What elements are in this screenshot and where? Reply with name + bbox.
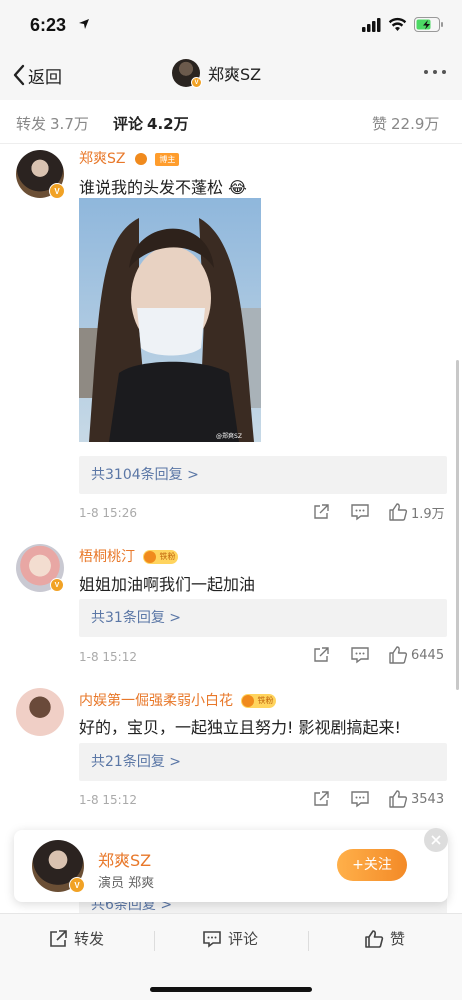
thumbs-up-icon: [389, 503, 408, 521]
fan-badge: 铁粉: [241, 694, 277, 708]
comment-actions: 6445: [312, 645, 444, 665]
comment-actions: 1.9万: [312, 502, 445, 522]
follow-card: V 郑爽SZ 演员 郑爽 +关注: [14, 830, 448, 902]
tab-repost[interactable]: 转发 3.7万: [16, 113, 89, 134]
more-options-icon[interactable]: [424, 70, 446, 74]
stats-tabs: 转发 3.7万 评论 4.2万 赞 22.9万: [0, 100, 462, 144]
comment-button[interactable]: 评论: [202, 928, 258, 949]
like-post-button[interactable]: 赞: [364, 928, 405, 949]
verified-badge-icon: V: [69, 877, 85, 893]
comment-author-row: 梧桐桃汀 铁粉: [79, 546, 179, 566]
comment-text: 好的，宝贝，一起独立且努力! 影视剧搞起来!: [79, 718, 401, 737]
share-icon: [314, 791, 329, 806]
comment-text: 姐姐加油啊我们一起加油: [79, 575, 256, 594]
view-replies-link[interactable]: 共21条回复 >: [79, 743, 447, 781]
status-time: 6:23: [30, 15, 67, 35]
avatar[interactable]: V: [16, 544, 64, 592]
like-button[interactable]: 6445: [388, 645, 444, 665]
avatar[interactable]: [16, 688, 64, 736]
thumbs-up-icon: [365, 929, 384, 948]
home-indicator: [150, 987, 312, 992]
comment-icon: [351, 647, 369, 664]
comment-author[interactable]: 郑爽SZ: [79, 151, 125, 167]
wifi-icon: [388, 17, 407, 31]
host-badge: 博主: [155, 152, 180, 166]
reply-button[interactable]: [350, 790, 370, 808]
like-label: 赞: [390, 930, 406, 948]
follow-card-desc: 演员 郑爽: [98, 876, 155, 891]
comment-icon: [351, 791, 369, 808]
tab-like[interactable]: 赞 22.9万: [372, 113, 439, 134]
repost-icon: [50, 929, 67, 947]
share-icon: [314, 647, 329, 662]
reply-button[interactable]: [350, 503, 370, 521]
tab-repost-label: 转发: [16, 115, 47, 133]
scrollbar[interactable]: [456, 360, 459, 690]
tab-comment-count: 4.2万: [147, 115, 189, 133]
divider: [154, 931, 155, 951]
comment-text: 谁说我的头发不蓬松: [79, 178, 224, 197]
thumbs-up-icon: [389, 790, 408, 808]
comment-date: 1-8 15:26: [79, 506, 137, 520]
divider: [308, 931, 309, 951]
photo-watermark: @郑爽SZ: [216, 432, 242, 440]
nav-bar: 返回 V 郑爽SZ: [0, 52, 462, 100]
comment-author[interactable]: 内娱第一倔强柔弱小白花: [79, 693, 233, 709]
verified-badge-icon: V: [191, 77, 202, 88]
comment-photo[interactable]: @郑爽SZ: [79, 198, 261, 442]
cellular-signal-icon: [362, 18, 381, 32]
comment-date: 1-8 15:12: [79, 650, 137, 664]
comment-author-row: 内娱第一倔强柔弱小白花 铁粉: [79, 690, 277, 710]
comment-author-row: 郑爽SZ 博主: [79, 148, 180, 168]
tab-repost-count: 3.7万: [50, 115, 89, 133]
repost-label: 转发: [74, 930, 105, 948]
reply-button[interactable]: [350, 646, 370, 664]
tab-like-count: 22.9万: [391, 115, 440, 133]
avatar[interactable]: V: [16, 150, 65, 199]
comment-icon: [351, 504, 369, 521]
close-card-button[interactable]: [424, 828, 448, 852]
battery-icon: [414, 17, 443, 32]
page-title: 郑爽SZ: [208, 65, 262, 84]
view-replies-link[interactable]: 共3104条回复 >: [79, 456, 447, 494]
share-button[interactable]: [312, 503, 330, 521]
comment-label: 评论: [228, 930, 259, 948]
like-button[interactable]: 1.9万: [388, 502, 445, 522]
like-count: 1.9万: [411, 506, 445, 522]
avatar[interactable]: V: [32, 840, 85, 893]
tab-like-label: 赞: [372, 115, 388, 133]
selfie-photo-image: @郑爽SZ: [79, 198, 261, 442]
chevron-left-icon: [13, 64, 25, 86]
view-replies-link[interactable]: 共31条回复 >: [79, 599, 447, 637]
status-bar: 6:23: [0, 0, 462, 52]
share-icon: [314, 504, 329, 519]
back-button[interactable]: 返回: [12, 62, 62, 88]
follow-button[interactable]: +关注: [337, 849, 407, 881]
location-arrow-icon: [79, 19, 89, 29]
follow-card-name[interactable]: 郑爽SZ: [98, 847, 151, 871]
comment-author[interactable]: 梧桐桃汀: [79, 549, 135, 565]
back-label: 返回: [28, 67, 62, 87]
comment-icon: [203, 930, 221, 948]
nav-profile[interactable]: V 郑爽SZ: [172, 59, 262, 88]
tab-comment-label: 评论: [113, 115, 144, 133]
avatar: V: [172, 59, 202, 88]
comment-date: 1-8 15:12: [79, 793, 137, 807]
comment-text-row: 谁说我的头发不蓬松 😂: [79, 174, 247, 198]
repost-button[interactable]: 转发: [48, 928, 104, 949]
laughing-emoji-icon: 😂: [228, 178, 247, 197]
crown-icon: [134, 152, 148, 166]
like-count: 3543: [411, 791, 445, 807]
fan-badge: 铁粉: [143, 550, 179, 564]
thumbs-up-icon: [389, 646, 408, 664]
verified-badge-icon: V: [49, 183, 65, 199]
share-button[interactable]: [312, 790, 330, 808]
like-button[interactable]: 3543: [388, 789, 444, 809]
comment-actions: 3543: [312, 789, 444, 809]
verified-badge-icon: V: [50, 578, 64, 592]
close-icon: [431, 835, 441, 845]
share-button[interactable]: [312, 646, 330, 664]
like-count: 6445: [411, 647, 445, 663]
tab-comment[interactable]: 评论 4.2万: [113, 113, 189, 134]
